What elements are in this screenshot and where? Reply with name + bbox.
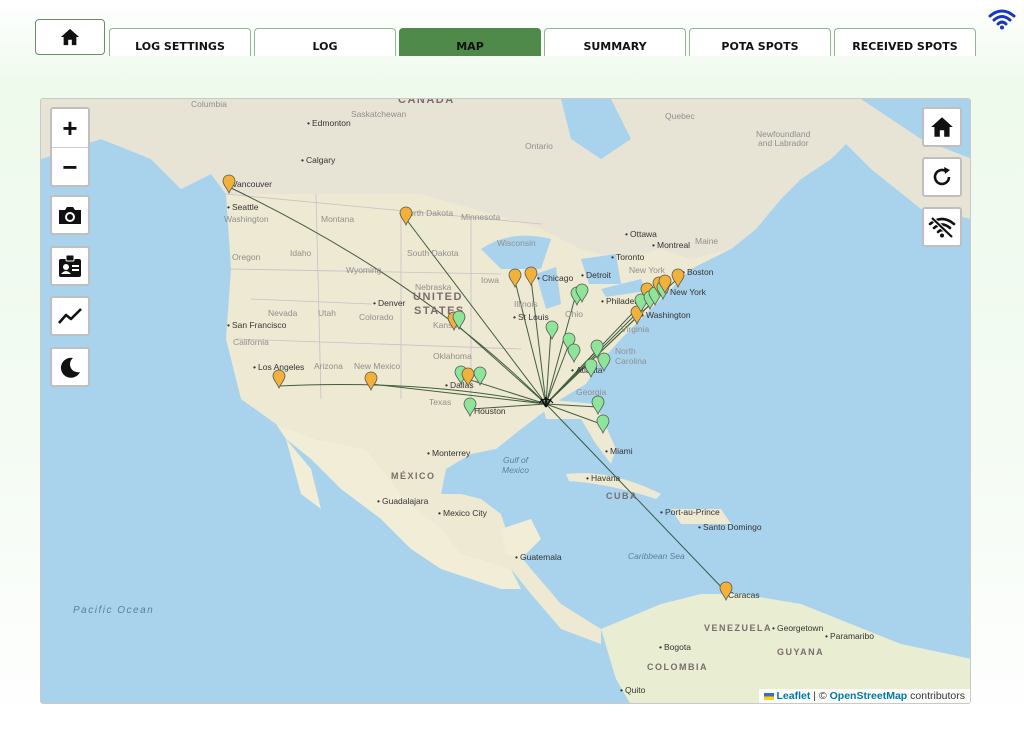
contact-marker[interactable] [463,397,477,417]
tab-log-settings[interactable]: LOG SETTINGS [109,28,251,56]
tab-map[interactable]: MAP [399,28,541,56]
refresh-icon [933,167,951,186]
contact-marker[interactable] [671,268,685,288]
marker-layer [222,174,733,601]
map-view[interactable]: CANADA UNITED STATES MÉXICO CUBA VENEZUE… [40,98,971,704]
attribution-separator: | [813,690,817,702]
contact-marker[interactable] [272,369,286,389]
contact-marker[interactable] [399,206,413,226]
screenshot-button[interactable] [50,195,90,235]
id-card-icon [59,254,81,277]
contact-marker[interactable] [591,395,605,415]
contact-marker[interactable] [473,366,487,386]
wifi-icon[interactable] [988,8,1016,30]
propagation-chart-button[interactable] [50,296,90,336]
contact-marker[interactable] [567,343,581,363]
ukraine-flag-icon [763,692,774,700]
contact-marker[interactable] [222,174,236,194]
tab-pota-spots[interactable]: POTA SPOTS [689,28,831,56]
contact-marker[interactable] [597,352,611,372]
tab-received-spots[interactable]: RECEIVED SPOTS [834,28,976,56]
zoom-in-button[interactable]: + [52,109,88,148]
contact-marker[interactable] [461,367,475,387]
zoom-out-button[interactable]: − [52,148,88,186]
tab-summary[interactable]: SUMMARY [544,28,686,56]
contact-marker[interactable] [584,358,598,378]
contact-marker[interactable] [364,371,378,391]
contact-marker[interactable] [508,268,522,288]
osm-link[interactable]: OpenStreetMap [830,690,908,702]
operator-info-button[interactable] [50,246,90,286]
home-icon [931,117,953,137]
chart-line-icon [58,308,82,324]
zoom-control: + − [50,107,90,187]
moon-icon [60,357,80,378]
connection-toggle-button[interactable] [922,207,962,247]
recenter-button[interactable] [922,107,962,147]
dark-mode-button[interactable] [50,347,90,387]
attribution-suffix: contributors [910,690,965,702]
refresh-button[interactable] [922,157,962,197]
home-station-icon[interactable] [538,397,554,408]
contact-marker[interactable] [719,581,733,601]
attribution-copyright: © [818,690,827,702]
leaflet-link[interactable]: Leaflet [777,690,811,702]
contact-marker[interactable] [524,266,538,286]
tab-home[interactable] [35,19,105,55]
camera-icon [59,207,81,224]
map-attribution: Leaflet | © OpenStreetMap contributors [758,689,970,703]
contact-marker[interactable] [545,320,559,340]
tab-log[interactable]: LOG [254,28,396,56]
contact-marker[interactable] [596,414,610,434]
home-icon [60,28,80,46]
tab-bar: LOG SETTINGS LOG MAP SUMMARY POTA SPOTS … [0,0,1024,60]
wifi-off-icon [928,216,956,239]
